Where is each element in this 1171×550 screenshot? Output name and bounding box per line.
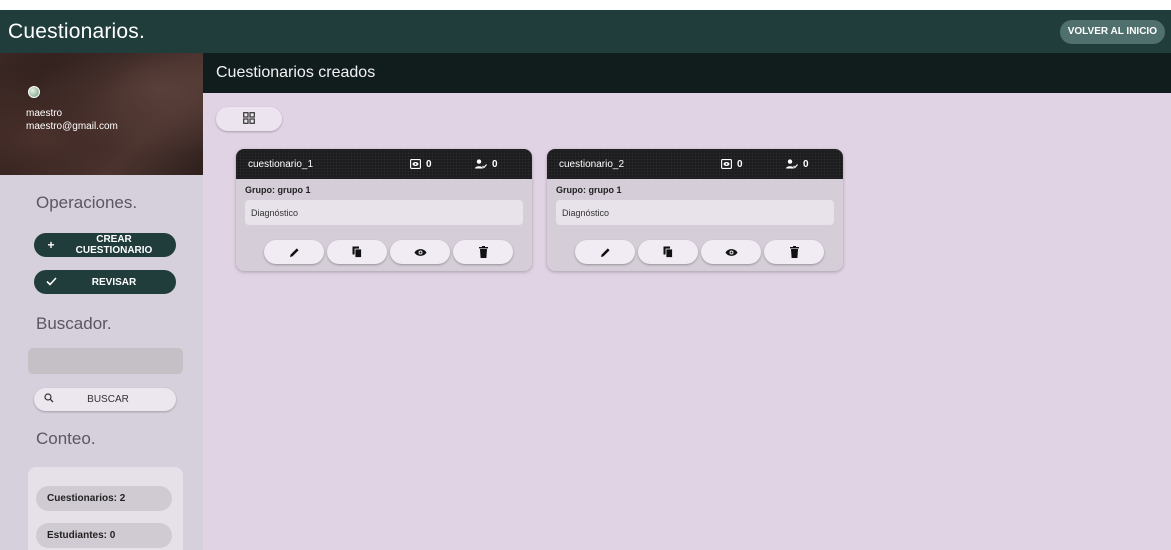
pencil-icon	[289, 247, 299, 257]
app-page: Cuestionarios. VOLVER AL INICIO maestro …	[0, 10, 1171, 550]
quiz-card: cuestionario_1 0 0 Grupo: grupo 1 Diagnó…	[236, 149, 532, 271]
profile-name: maestro	[26, 108, 63, 119]
views-stat: 0	[721, 159, 743, 170]
copy-icon	[352, 246, 362, 258]
count-title: Conteo.	[36, 429, 96, 448]
profile-email: maestro@gmail.com	[26, 121, 118, 132]
copy-button[interactable]	[327, 240, 387, 264]
views-stat: 0	[410, 159, 432, 170]
edit-button[interactable]	[264, 240, 324, 264]
quiz-card-header: cuestionario_1 0 0	[236, 149, 532, 179]
quiz-count: Cuestionarios: 2	[36, 486, 172, 511]
create-quiz-button[interactable]: + CREAR CUESTIONARIO	[34, 233, 176, 257]
view-button[interactable]	[390, 240, 450, 264]
views-count: 0	[426, 158, 432, 170]
student-icon	[786, 159, 798, 169]
search-title: Buscador.	[36, 314, 112, 333]
student-icon	[475, 159, 487, 169]
plus-icon: +	[47, 238, 55, 252]
pencil-icon	[600, 247, 610, 257]
main-header: Cuestionarios creados	[203, 53, 1171, 93]
home-button[interactable]: VOLVER AL INICIO	[1059, 19, 1165, 44]
trash-icon	[789, 246, 799, 258]
student-count: Estudiantes: 0	[36, 523, 172, 548]
quiz-actions	[575, 240, 824, 264]
copy-button[interactable]	[638, 240, 698, 264]
review-button[interactable]: REVISAR	[34, 270, 176, 294]
eye-icon	[414, 248, 426, 256]
quiz-description: Diagnóstico	[556, 200, 834, 225]
grid-view-button[interactable]	[216, 107, 282, 131]
search-label: BUSCAR	[87, 394, 129, 405]
top-bar: Cuestionarios. VOLVER AL INICIO	[0, 10, 1171, 53]
quiz-name: cuestionario_2	[559, 158, 625, 170]
operations-title: Operaciones.	[36, 193, 138, 212]
search-input[interactable]	[28, 348, 183, 374]
quiz-group: Grupo: grupo 1	[245, 185, 311, 195]
views-count: 0	[737, 158, 743, 170]
review-label: REVISAR	[91, 276, 137, 288]
delete-button[interactable]	[453, 240, 513, 264]
profile-banner: maestro maestro@gmail.com	[0, 53, 203, 175]
search-button[interactable]: BUSCAR	[34, 388, 176, 411]
avatar[interactable]	[28, 86, 40, 98]
grid-icon	[243, 111, 255, 127]
quiz-card: cuestionario_2 0 0 Grupo: grupo 1 Diagnó…	[547, 149, 843, 271]
students-stat: 0	[786, 159, 809, 170]
views-icon	[721, 159, 732, 169]
students-stat: 0	[475, 159, 498, 170]
eye-icon	[725, 248, 737, 256]
search-icon	[44, 393, 54, 406]
sidebar: maestro maestro@gmail.com Operaciones. +…	[0, 53, 203, 550]
delete-button[interactable]	[764, 240, 824, 264]
app-title: Cuestionarios.	[8, 19, 146, 43]
count-panel: Cuestionarios: 2 Estudiantes: 0	[28, 467, 183, 550]
quiz-card-header: cuestionario_2 0 0	[547, 149, 843, 179]
quiz-actions	[264, 240, 513, 264]
trash-icon	[478, 246, 488, 258]
students-count: 0	[803, 158, 809, 170]
students-count: 0	[492, 158, 498, 170]
quiz-name: cuestionario_1	[248, 158, 314, 170]
check-icon	[44, 275, 58, 289]
create-quiz-label: CREAR CUESTIONARIO	[75, 234, 153, 256]
views-icon	[410, 159, 421, 169]
quiz-group: Grupo: grupo 1	[556, 185, 622, 195]
edit-button[interactable]	[575, 240, 635, 264]
copy-icon	[663, 246, 673, 258]
view-button[interactable]	[701, 240, 761, 264]
quiz-description: Diagnóstico	[245, 200, 523, 225]
main-content: Cuestionarios creados cuestionario_1 0 0…	[203, 53, 1171, 550]
